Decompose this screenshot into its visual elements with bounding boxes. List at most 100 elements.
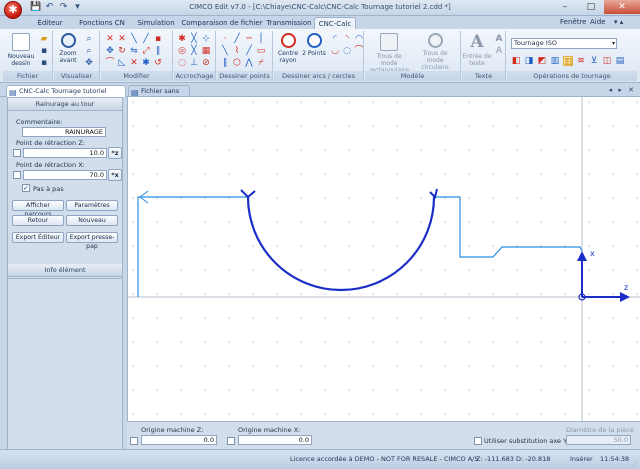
retract-z-checkbox[interactable]	[13, 149, 21, 157]
doc-tab-untitled[interactable]: ▤ Fichier sans nom *	[128, 85, 190, 106]
arc-center-icon[interactable]: ◠	[354, 34, 364, 44]
op-finishing-icon[interactable]: ◩	[537, 56, 547, 66]
fillet-icon[interactable]: ⌒	[105, 58, 115, 68]
arc-fillet-icon[interactable]: ⌒	[354, 46, 364, 56]
retract-z-input[interactable]: 10.0	[23, 148, 107, 158]
retract-z-pick-button[interactable]: *z	[108, 147, 122, 159]
circle-tangent-icon[interactable]: ◡	[330, 46, 340, 56]
zoom-out-icon[interactable]: ⌕	[84, 34, 94, 44]
y-substitution-checkbox[interactable]	[474, 437, 482, 445]
draw-hline-icon[interactable]: ─	[244, 34, 254, 44]
op-grooving-active-icon[interactable]: ▥	[563, 56, 573, 67]
export-clipboard-button[interactable]: Export presse-pap	[66, 232, 118, 250]
snap-perp-icon[interactable]: ⊥	[189, 58, 199, 68]
extend-icon[interactable]: ╲	[129, 34, 139, 44]
arc-tangent-icon[interactable]: ◝	[342, 34, 352, 44]
ribbon-collapse-icon[interactable]: ▾ ▴	[614, 18, 623, 26]
maximize-button[interactable]: □	[578, 0, 604, 14]
pan-icon[interactable]: ✥	[84, 58, 94, 68]
tab-transmission[interactable]: Transmission	[266, 17, 312, 29]
origin-z-input[interactable]: 0.0	[141, 435, 217, 445]
op-threading-icon[interactable]: ≋	[576, 56, 586, 66]
turning-type-select[interactable]: Tournage ISO ▾	[511, 38, 617, 49]
comment-input[interactable]: RAINURAGE	[22, 127, 106, 137]
snap-grid-icon[interactable]: ▦	[201, 46, 211, 56]
origin-x-input[interactable]: 0.0	[238, 435, 312, 445]
tab-cnc-calc[interactable]: CNC-Calc	[314, 17, 356, 29]
retract-x-input[interactable]: 70.0	[23, 170, 107, 180]
retract-x-pick-button[interactable]: *x	[108, 169, 122, 181]
mirror-icon[interactable]: ⇋	[129, 46, 139, 56]
break-icon[interactable]: ╱	[141, 34, 151, 44]
snap-intersect-icon[interactable]: ╳	[189, 46, 199, 56]
circ-holes-button[interactable]: Trous de mode circulaire	[413, 33, 457, 71]
drawing-svg[interactable]: x z	[128, 97, 640, 421]
step-checkbox[interactable]: ✓	[22, 184, 30, 192]
new-button[interactable]: Nouveau	[66, 215, 118, 226]
tab-simulation[interactable]: Simulation	[134, 17, 178, 29]
snap-mid-icon[interactable]: ⊹	[201, 34, 211, 44]
menu-help[interactable]: Aide	[590, 18, 605, 26]
rect-holes-button[interactable]: Trous de mode rectangulaire	[367, 33, 411, 74]
menu-window[interactable]: Fenêtre	[560, 18, 586, 26]
draw-parallel-icon[interactable]: ∥	[220, 58, 230, 68]
join-icon[interactable]: ✕	[129, 58, 139, 68]
two-points-button[interactable]: 2 Points	[300, 33, 328, 57]
center-radius-button[interactable]: Centre rayon	[274, 33, 302, 64]
close-button[interactable]: ✕	[604, 0, 640, 14]
resize-grip-icon[interactable]: ⋰	[632, 460, 639, 468]
open-icon[interactable]: ▰	[39, 34, 49, 44]
draw-angle-line-icon[interactable]: ╲	[220, 46, 230, 56]
delete-icon[interactable]: ▪	[153, 34, 163, 44]
tab-fonctions-cn[interactable]: Fonctions CN	[72, 17, 132, 29]
draw-bisect-icon[interactable]: ⋀	[244, 58, 254, 68]
draw-mirror-line-icon[interactable]: ⌿	[256, 58, 266, 68]
drawing-canvas[interactable]: x z	[127, 97, 640, 421]
chamfer-icon[interactable]: ◺	[117, 58, 127, 68]
draw-rect-icon[interactable]: ▭	[256, 46, 266, 56]
snap-point-icon[interactable]: ✱	[177, 34, 187, 44]
zoom-fit-icon[interactable]: ⌕	[84, 46, 94, 56]
snap-tangent-icon[interactable]: ◌	[177, 58, 187, 68]
draw-point-icon[interactable]: ·	[220, 34, 230, 44]
app-logo-icon[interactable]: ✱	[4, 1, 22, 19]
tab-editeur[interactable]: Éditeur	[30, 17, 70, 29]
arc-3pt-icon[interactable]: ◜	[330, 34, 340, 44]
origin-x-checkbox[interactable]	[227, 437, 235, 445]
op-grooving-icon[interactable]: ▥	[550, 56, 560, 66]
retract-x-checkbox[interactable]	[13, 171, 21, 179]
part-diameter-input[interactable]: 50.0	[566, 435, 631, 445]
zoom-in-button[interactable]: Zoom avant	[54, 33, 82, 64]
draw-vline-icon[interactable]: │	[256, 34, 266, 44]
op-roughing-icon[interactable]: ◨	[524, 56, 534, 66]
op-settings-icon[interactable]: ▤	[615, 56, 625, 66]
origin-z-checkbox[interactable]	[130, 437, 138, 445]
save-as-icon[interactable]: ▪	[39, 58, 49, 68]
op-facing-icon[interactable]: ◧	[511, 56, 521, 66]
snap-center-icon[interactable]: ◎	[177, 46, 187, 56]
snap-off-icon[interactable]: ⊘	[201, 58, 211, 68]
split-icon[interactable]: ✕	[117, 34, 127, 44]
doc-tab-tutorial[interactable]: ▤ CNC-Calc Tournage tutoriel 2.cdd *	[6, 85, 126, 106]
offset-icon[interactable]: ∥	[153, 46, 163, 56]
back-button[interactable]: Retour	[12, 215, 64, 226]
scale-icon[interactable]: ⤢	[141, 46, 151, 56]
export-editor-button[interactable]: Export Éditeur	[12, 232, 64, 243]
new-drawing-button[interactable]: Nouveau dessin	[5, 33, 37, 67]
minimize-button[interactable]: –	[552, 0, 578, 14]
tab-comparaison[interactable]: Comparaison de fichier	[180, 17, 264, 29]
draw-tangent-line-icon[interactable]: ╱	[244, 46, 254, 56]
rotate-icon[interactable]: ↻	[117, 46, 127, 56]
undo-modify-icon[interactable]: ↺	[153, 58, 163, 68]
circle-3pt-icon[interactable]: ◌	[342, 46, 352, 56]
op-partoff-icon[interactable]: ◫	[602, 56, 612, 66]
draw-polygon-icon[interactable]: ⬡	[232, 58, 242, 68]
explode-icon[interactable]: ✱	[141, 58, 151, 68]
draw-polyline-icon[interactable]: ⌇	[232, 46, 242, 56]
text-bold-icon[interactable]: A	[494, 34, 504, 44]
save-file-icon[interactable]: ▪	[39, 46, 49, 56]
text-font-icon[interactable]: A	[494, 46, 504, 56]
show-path-button[interactable]: Afficher parcours	[12, 200, 64, 218]
op-drilling-icon[interactable]: ⊻	[589, 56, 599, 66]
snap-end-icon[interactable]: ╳	[189, 34, 199, 44]
